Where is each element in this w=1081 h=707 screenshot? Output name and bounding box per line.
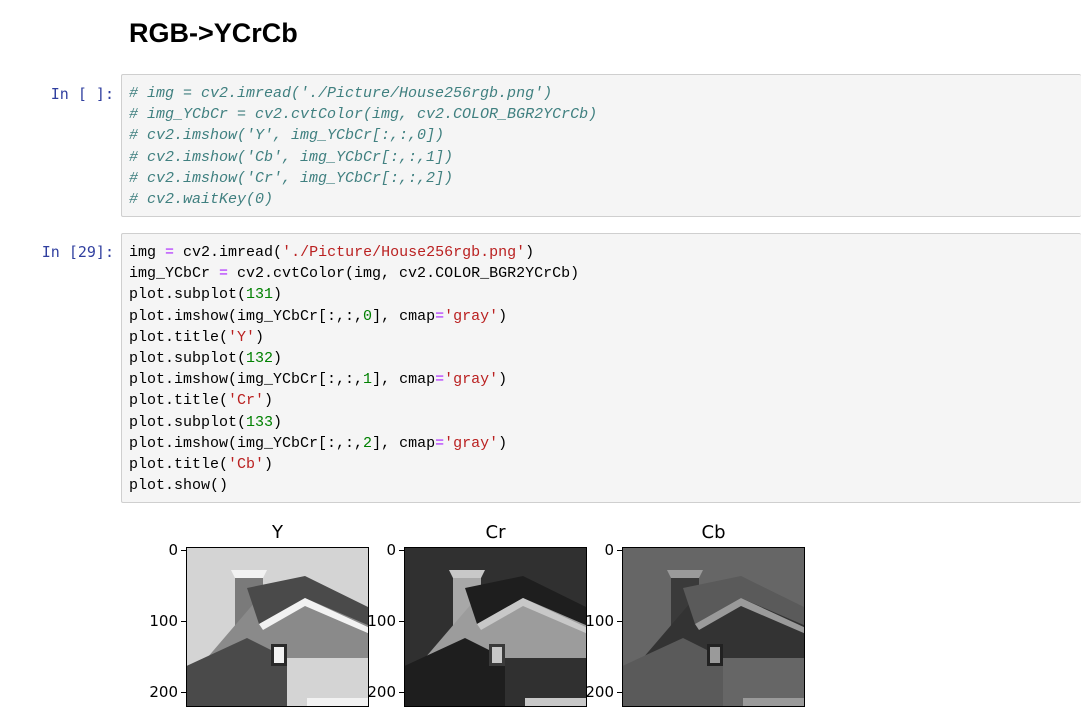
subplot-title: Cb bbox=[701, 522, 726, 543]
code-line: # cv2.waitKey(0) bbox=[129, 190, 274, 208]
y-tick-label: 100 bbox=[149, 612, 178, 630]
code-line: # cv2.imshow('Cb', img_YCbCr[:,:,1]) bbox=[129, 148, 454, 166]
output-subplot-cr: Cr 0 100 200 bbox=[358, 520, 598, 707]
code-line: plot.title('Cr') bbox=[129, 392, 274, 410]
code-line: plot.title('Cb') bbox=[129, 455, 274, 473]
code-cell-input[interactable]: # img = cv2.imread('./Picture/House256rg… bbox=[121, 74, 1081, 217]
y-tick-label: 0 bbox=[168, 541, 178, 559]
code-cell-input[interactable]: img = cv2.imread('./Picture/House256rgb.… bbox=[121, 233, 1081, 503]
channel-image bbox=[186, 547, 369, 707]
y-tick-label: 200 bbox=[585, 683, 614, 701]
code-line: # img_YCbCr = cv2.cvtColor(img, cv2.COLO… bbox=[129, 106, 598, 124]
y-tick-label: 200 bbox=[367, 683, 396, 701]
code-line: plot.subplot(132) bbox=[129, 349, 283, 367]
code-line: plot.subplot(131) bbox=[129, 286, 283, 304]
channel-image bbox=[404, 547, 587, 707]
y-tick-label: 0 bbox=[604, 541, 614, 559]
cell-prompt: In [29]: bbox=[41, 243, 114, 261]
markdown-heading: RGB->YCrCb bbox=[129, 18, 298, 48]
y-tick-label: 200 bbox=[149, 683, 178, 701]
subplot-title: Y bbox=[272, 522, 283, 543]
y-tick-label: 100 bbox=[585, 612, 614, 630]
code-line: img = cv2.imread('./Picture/House256rgb.… bbox=[129, 244, 535, 261]
code-line: plot.imshow(img_YCbCr[:,:,0], cmap='gray… bbox=[129, 307, 508, 325]
code-line: # cv2.imshow('Cr', img_YCbCr[:,:,2]) bbox=[129, 169, 454, 187]
cell-prompt: In [ ]: bbox=[50, 85, 114, 103]
code-line: plot.subplot(133) bbox=[129, 413, 283, 431]
code-line: plot.imshow(img_YCbCr[:,:,2], cmap='gray… bbox=[129, 434, 508, 452]
code-line: # img = cv2.imread('./Picture/House256rg… bbox=[129, 85, 553, 102]
code-line: plot.imshow(img_YCbCr[:,:,1], cmap='gray… bbox=[129, 371, 508, 389]
output-subplot-cb: Cb 0 100 200 bbox=[576, 520, 816, 707]
y-tick-label: 100 bbox=[367, 612, 396, 630]
y-tick-label: 0 bbox=[386, 541, 396, 559]
code-line: img_YCbCr = cv2.cvtColor(img, cv2.COLOR_… bbox=[129, 265, 580, 283]
code-line: plot.title('Y') bbox=[129, 328, 265, 346]
code-line: plot.show() bbox=[129, 477, 229, 495]
code-line: # cv2.imshow('Y', img_YCbCr[:,:,0]) bbox=[129, 127, 445, 145]
channel-image bbox=[622, 547, 805, 707]
subplot-title: Cr bbox=[485, 522, 506, 543]
output-subplot-y: Y 0 100 200 bbox=[140, 520, 380, 707]
